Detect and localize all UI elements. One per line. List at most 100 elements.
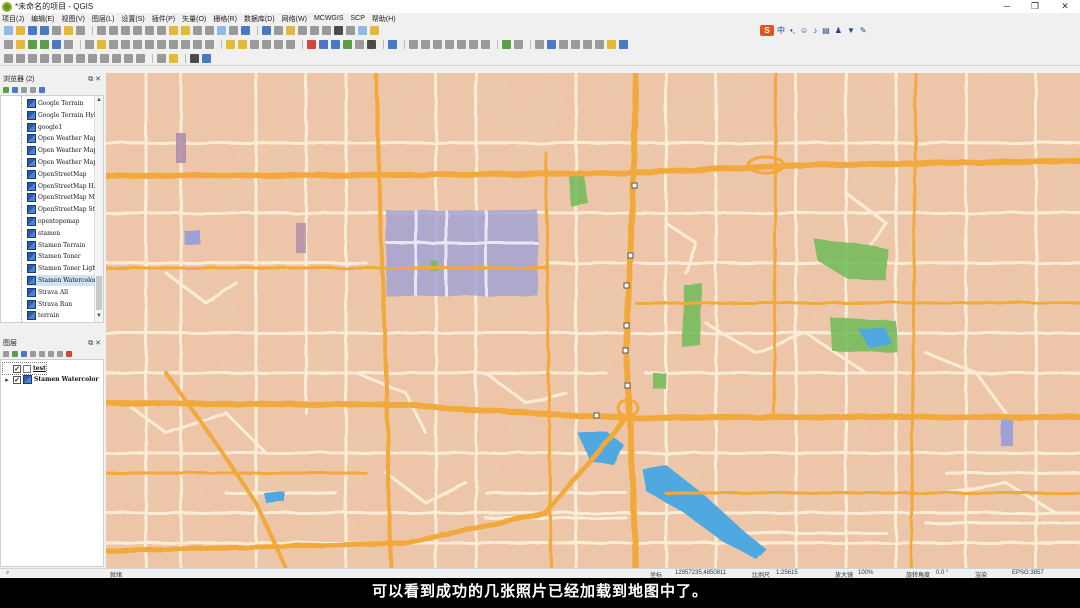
locator-bar[interactable]: ⌕ xyxy=(6,570,9,577)
browser-item[interactable]: Stamen Terrain xyxy=(27,240,95,251)
scale-value[interactable]: 1:25615 xyxy=(776,570,798,576)
browser-item[interactable]: Open Weather Map Temp xyxy=(27,157,95,168)
menu-database[interactable]: 数据库(D) xyxy=(244,14,275,24)
zoom-out-icon[interactable] xyxy=(133,26,142,35)
copy-features-icon[interactable] xyxy=(169,39,178,49)
shape-digitize-icon-3[interactable] xyxy=(28,53,37,63)
rotation-value[interactable]: 0.0 ° xyxy=(936,570,948,576)
browser-item[interactable]: Stamen Watercolor xyxy=(27,275,95,286)
browser-item[interactable]: OpenStreetMap H.O.T. xyxy=(27,181,95,192)
advanced-digitize-icon-3[interactable] xyxy=(559,39,568,49)
plugin-icon-9[interactable] xyxy=(202,53,211,63)
digitize-icon-1[interactable] xyxy=(409,39,418,49)
close-button[interactable]: ✕ xyxy=(1052,0,1078,13)
add-virtual-layer-icon[interactable] xyxy=(64,39,73,49)
undo-icon[interactable] xyxy=(193,39,202,49)
browser-item[interactable]: opentopomap xyxy=(27,216,95,227)
remove-layer-icon[interactable] xyxy=(66,351,72,357)
map-canvas[interactable] xyxy=(106,73,1080,568)
layer-item-test[interactable]: ✓ test xyxy=(2,362,47,375)
browser-item[interactable]: Strava All xyxy=(27,287,95,298)
sum-icon[interactable] xyxy=(334,26,343,35)
filter-expression-icon[interactable] xyxy=(39,351,45,357)
save-edits-icon[interactable] xyxy=(109,39,118,49)
map-tips-icon[interactable] xyxy=(358,26,367,35)
scroll-up-icon[interactable]: ▲ xyxy=(95,97,103,103)
add-vector-layer-icon[interactable] xyxy=(28,39,37,49)
watercolor-basemap[interactable] xyxy=(106,73,1080,568)
layer-styling-icon[interactable] xyxy=(3,351,9,357)
browser-item[interactable]: Open Weather Map Clouds xyxy=(27,133,95,144)
shape-digitize-icon-4[interactable] xyxy=(40,53,49,63)
paste-features-icon[interactable] xyxy=(181,39,190,49)
scroll-down-icon[interactable]: ▼ xyxy=(95,313,103,319)
browser-item[interactable]: OpenStreetMap xyxy=(27,169,95,180)
browser-scrollbar[interactable]: ▲ ▼ xyxy=(94,96,103,322)
advanced-digitize-icon-4[interactable] xyxy=(571,39,580,49)
open-attribute-table-icon[interactable] xyxy=(274,26,283,35)
browser-panel-controls-icon[interactable]: ⧉ ✕ xyxy=(88,74,101,85)
browser-item[interactable]: Google Terrain xyxy=(27,98,95,109)
shape-digitize-icon-11[interactable] xyxy=(124,53,133,63)
layer-visibility-checkbox[interactable]: ✓ xyxy=(13,364,21,373)
digitize-icon-3[interactable] xyxy=(433,39,442,49)
label-tool-icon[interactable] xyxy=(226,39,235,49)
browser-collapse-icon[interactable] xyxy=(30,87,36,93)
browser-item[interactable]: Stamen Toner xyxy=(27,251,95,262)
add-feature-icon[interactable] xyxy=(121,39,130,49)
pan-to-selection-icon[interactable] xyxy=(109,26,118,35)
plugin-icon-3[interactable] xyxy=(331,39,340,49)
annotation-icon[interactable] xyxy=(370,26,379,35)
menu-settings[interactable]: 设置(S) xyxy=(121,14,144,24)
digitize-icon-4[interactable] xyxy=(445,39,454,49)
open-project-icon[interactable] xyxy=(16,26,25,35)
crs-value[interactable]: EPSG:3857 xyxy=(1012,570,1044,576)
zoom-native-icon[interactable] xyxy=(145,26,154,35)
browser-item[interactable]: Strava Run xyxy=(27,299,95,310)
save-project-icon[interactable] xyxy=(28,26,37,35)
layer-item-stamen-watercolor[interactable]: ▸ ✓ Stamen Watercolor xyxy=(3,374,99,385)
rotate-label-icon[interactable] xyxy=(274,39,283,49)
browser-refresh-icon[interactable] xyxy=(12,87,18,93)
add-group-icon[interactable] xyxy=(12,351,18,357)
layout-manager-icon[interactable] xyxy=(64,26,73,35)
zoom-full-icon[interactable] xyxy=(157,26,166,35)
browser-item[interactable]: stamen xyxy=(27,228,95,239)
deselect-icon[interactable] xyxy=(298,26,307,35)
shape-digitize-icon-2[interactable] xyxy=(16,53,25,63)
plugin-icon-6[interactable] xyxy=(367,39,376,49)
move-label-icon[interactable] xyxy=(262,39,271,49)
digitize-icon-6[interactable] xyxy=(469,39,478,49)
browser-item[interactable]: OpenStreetMap Standard xyxy=(27,204,95,215)
select-features-icon[interactable] xyxy=(286,26,295,35)
ime-keyboard-icon[interactable]: ▤ xyxy=(822,26,830,35)
menu-web[interactable]: 网络(W) xyxy=(282,14,307,24)
magnifier-value[interactable]: 100% xyxy=(858,570,873,576)
ime-emoji-icon[interactable]: ☺ xyxy=(800,26,808,35)
new-shapefile-icon[interactable] xyxy=(16,39,25,49)
temporal-controller-icon[interactable] xyxy=(229,26,238,35)
statistics-icon[interactable] xyxy=(322,26,331,35)
sogou-logo-icon[interactable]: S xyxy=(760,25,774,36)
redo-icon[interactable] xyxy=(205,39,214,49)
maximize-button[interactable]: ❐ xyxy=(1022,0,1048,13)
zoom-in-icon[interactable] xyxy=(121,26,130,35)
ime-user-icon[interactable]: ♟ xyxy=(835,26,842,35)
snapping-icon-1[interactable] xyxy=(157,53,166,63)
new-map-view-icon[interactable] xyxy=(217,26,226,35)
ime-skin-icon[interactable]: ▼ xyxy=(847,26,855,35)
advanced-digitize-icon-6[interactable] xyxy=(595,39,604,49)
menu-help[interactable]: 帮助(H) xyxy=(372,14,396,24)
filter-legend-icon[interactable] xyxy=(30,351,36,357)
measure-icon[interactable] xyxy=(346,26,355,35)
plugin-icon-8[interactable] xyxy=(190,53,199,63)
menu-mcwgis[interactable]: MCWGIS xyxy=(314,15,344,22)
plugin-icon-7[interactable] xyxy=(388,39,397,49)
add-postgis-icon[interactable] xyxy=(52,39,61,49)
menu-vector[interactable]: 矢量(O) xyxy=(182,14,206,24)
pan-icon[interactable] xyxy=(97,26,106,35)
menu-scp[interactable]: SCP xyxy=(351,15,365,22)
zoom-to-selection-icon[interactable] xyxy=(169,26,178,35)
delete-selected-icon[interactable] xyxy=(145,39,154,49)
plugin-icon-4[interactable] xyxy=(343,39,352,49)
